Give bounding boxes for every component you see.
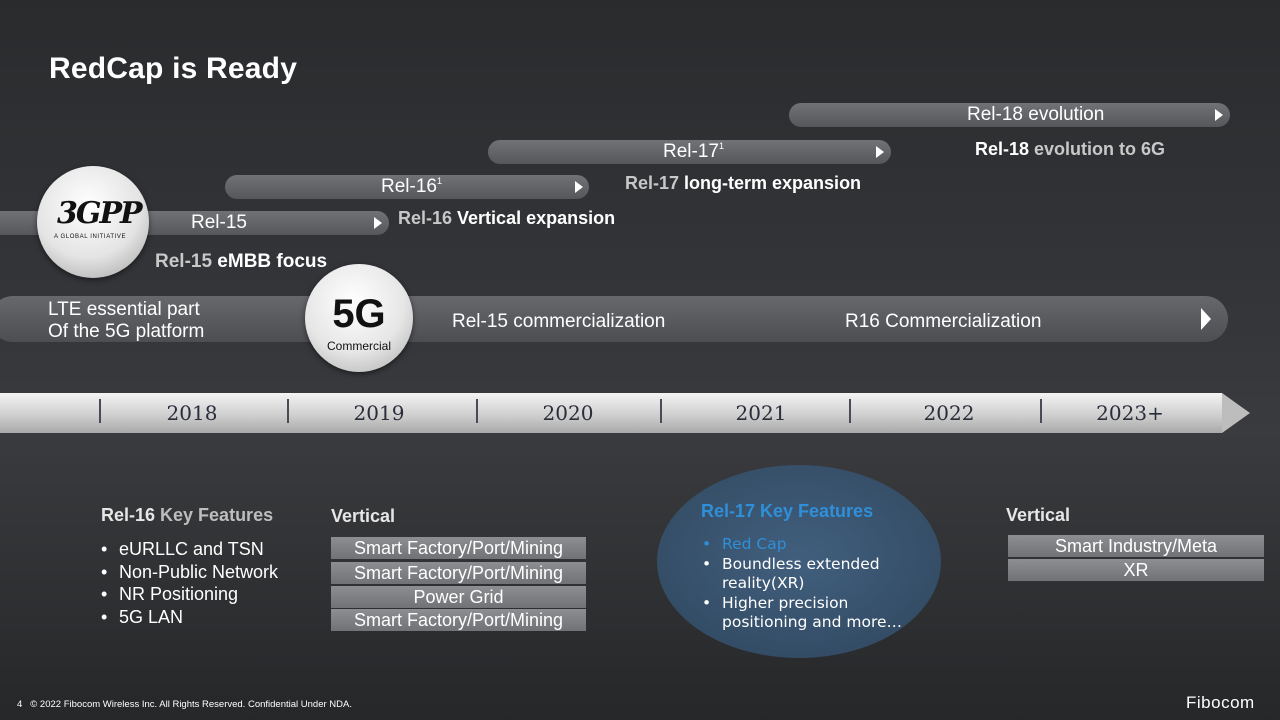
- vertical-box: XR: [1008, 559, 1264, 581]
- timeline-year: 2020: [542, 401, 594, 425]
- page-number: 4: [17, 699, 23, 710]
- rel17-bar: Rel-171: [488, 140, 891, 164]
- 3gpp-logo-tagline: A GLOBAL INITIATIVE: [54, 234, 127, 240]
- timeline-year: 2022: [923, 401, 975, 425]
- vertical-right-heading: Vertical: [1006, 505, 1071, 525]
- timeline-tick: [287, 399, 289, 423]
- rel17-features-heading: Rel-17 Key Features: [701, 501, 874, 521]
- rel16-arrow-icon: [575, 181, 583, 193]
- timeline-arrow-icon: [1222, 393, 1250, 433]
- vertical-box: Smart Industry/Meta: [1008, 535, 1264, 557]
- timeline-year: 2018: [166, 401, 218, 425]
- commercialization-arrow-icon: [1201, 308, 1211, 330]
- r16-commercialization-label: R16 Commercialization: [845, 311, 1042, 332]
- brand-logo: Fibocom: [1186, 693, 1255, 712]
- list-item: Non-Public Network: [101, 561, 278, 584]
- vertical-box: Smart Factory/Port/Mining: [331, 609, 586, 631]
- timeline-tick: [1040, 399, 1042, 423]
- vertical-box: Smart Factory/Port/Mining: [331, 562, 586, 584]
- timeline-tick: [99, 399, 101, 423]
- rel16-subtitle: Rel-16 Vertical expansion: [398, 208, 616, 228]
- rel18-bar: Rel-18 evolution: [789, 103, 1230, 127]
- vertical-left-heading: Vertical: [331, 506, 396, 526]
- rel18-arrow-icon: [1215, 109, 1223, 121]
- 3gpp-logo: 3GPP A GLOBAL INITIATIVE: [37, 166, 149, 278]
- timeline-tick: [849, 399, 851, 423]
- timeline-year: 2023+: [1096, 401, 1164, 425]
- list-item: NR Positioning: [101, 583, 278, 606]
- list-item: eURLLC and TSN: [101, 538, 278, 561]
- page-title: RedCap is Ready: [49, 52, 298, 85]
- rel17-bar-label: Rel-171: [663, 141, 724, 162]
- rel18-subtitle: Rel-18 evolution to 6G: [975, 139, 1166, 159]
- commercial-label: Commercial: [326, 339, 391, 353]
- list-item: 5G LAN: [101, 606, 278, 629]
- rel17-subtitle: Rel-17 long-term expansion: [625, 173, 862, 193]
- rel15-arrow-icon: [374, 217, 382, 229]
- timeline-tick: [660, 399, 662, 423]
- rel16-bar-label: Rel-161: [381, 176, 442, 197]
- rel18-bar-label: Rel-18 evolution: [967, 104, 1105, 125]
- rel16-features-list: eURLLC and TSN Non-Public Network NR Pos…: [101, 538, 278, 628]
- 5g-label: 5G: [332, 292, 386, 336]
- rel15-bar-label: Rel-15: [191, 212, 247, 233]
- 5g-commercial-badge: 5G Commercial: [305, 264, 413, 372]
- copyright-text: © 2022 Fibocom Wireless Inc. All Rights …: [30, 699, 352, 710]
- lte-essential-line2: Of the 5G platform: [48, 321, 205, 342]
- rel15-commercialization-label: Rel-15 commercialization: [452, 311, 666, 332]
- rel17-features-list: • Red Cap • Boundless extended reality(XR) …: [702, 535, 902, 633]
- rel16-bar: Rel-161: [225, 175, 589, 199]
- list-item: • Boundless extended reality(XR): [702, 554, 880, 593]
- rel16-features-heading: Rel-16 Key Features: [101, 505, 274, 525]
- list-item: • Red Cap: [702, 535, 787, 553]
- timeline-year: 2019: [353, 401, 405, 425]
- list-item: • Higher precision positioning and more…: [702, 593, 903, 632]
- timeline-year: 2021: [735, 401, 787, 425]
- footer: 4 © 2022 Fibocom Wireless Inc. All Rights…: [17, 699, 352, 710]
- lte-essential-line1: LTE essential part: [48, 299, 200, 320]
- rel15-subtitle: Rel-15 eMBB focus: [155, 251, 328, 272]
- timeline-tick: [476, 399, 478, 423]
- vertical-box: Power Grid: [331, 586, 586, 608]
- 3gpp-logo-mark: 3GPP: [57, 196, 143, 231]
- vertical-box: Smart Factory/Port/Mining: [331, 537, 586, 559]
- rel17-arrow-icon: [876, 146, 884, 158]
